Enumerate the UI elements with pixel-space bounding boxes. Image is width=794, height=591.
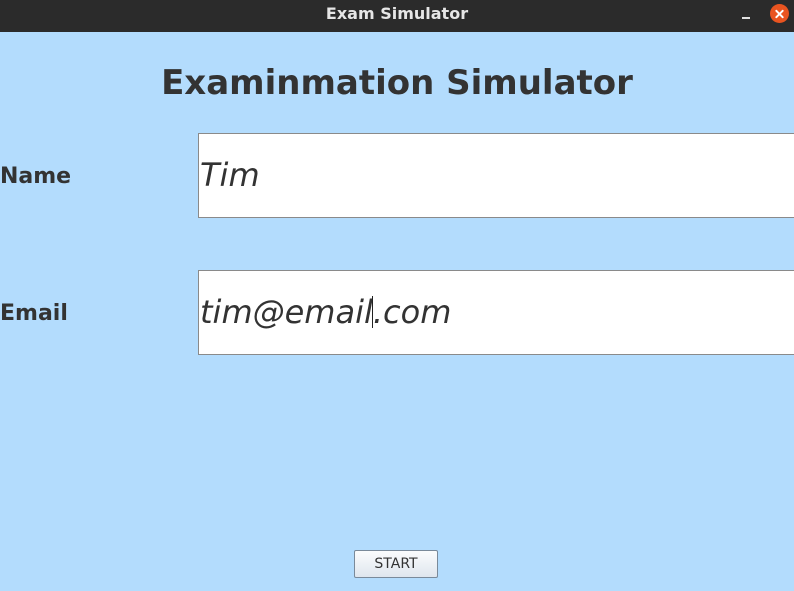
- text-caret: [372, 296, 374, 328]
- email-label: Email: [0, 301, 68, 326]
- email-field[interactable]: tim@email.com: [198, 270, 794, 355]
- email-field-value-after-caret: .com: [372, 293, 452, 331]
- window-titlebar[interactable]: Exam Simulator: [0, 0, 794, 32]
- start-button[interactable]: START: [354, 550, 438, 578]
- name-field-value: Tim: [200, 156, 260, 194]
- name-label: Name: [0, 164, 72, 189]
- email-field-value-before-caret: tim@email: [200, 293, 373, 331]
- window-title: Exam Simulator: [325, 4, 469, 23]
- page-title: Examinmation Simulator: [161, 63, 633, 103]
- name-field[interactable]: Tim: [198, 133, 794, 218]
- close-icon[interactable]: [770, 4, 789, 23]
- minimize-icon[interactable]: [738, 8, 754, 24]
